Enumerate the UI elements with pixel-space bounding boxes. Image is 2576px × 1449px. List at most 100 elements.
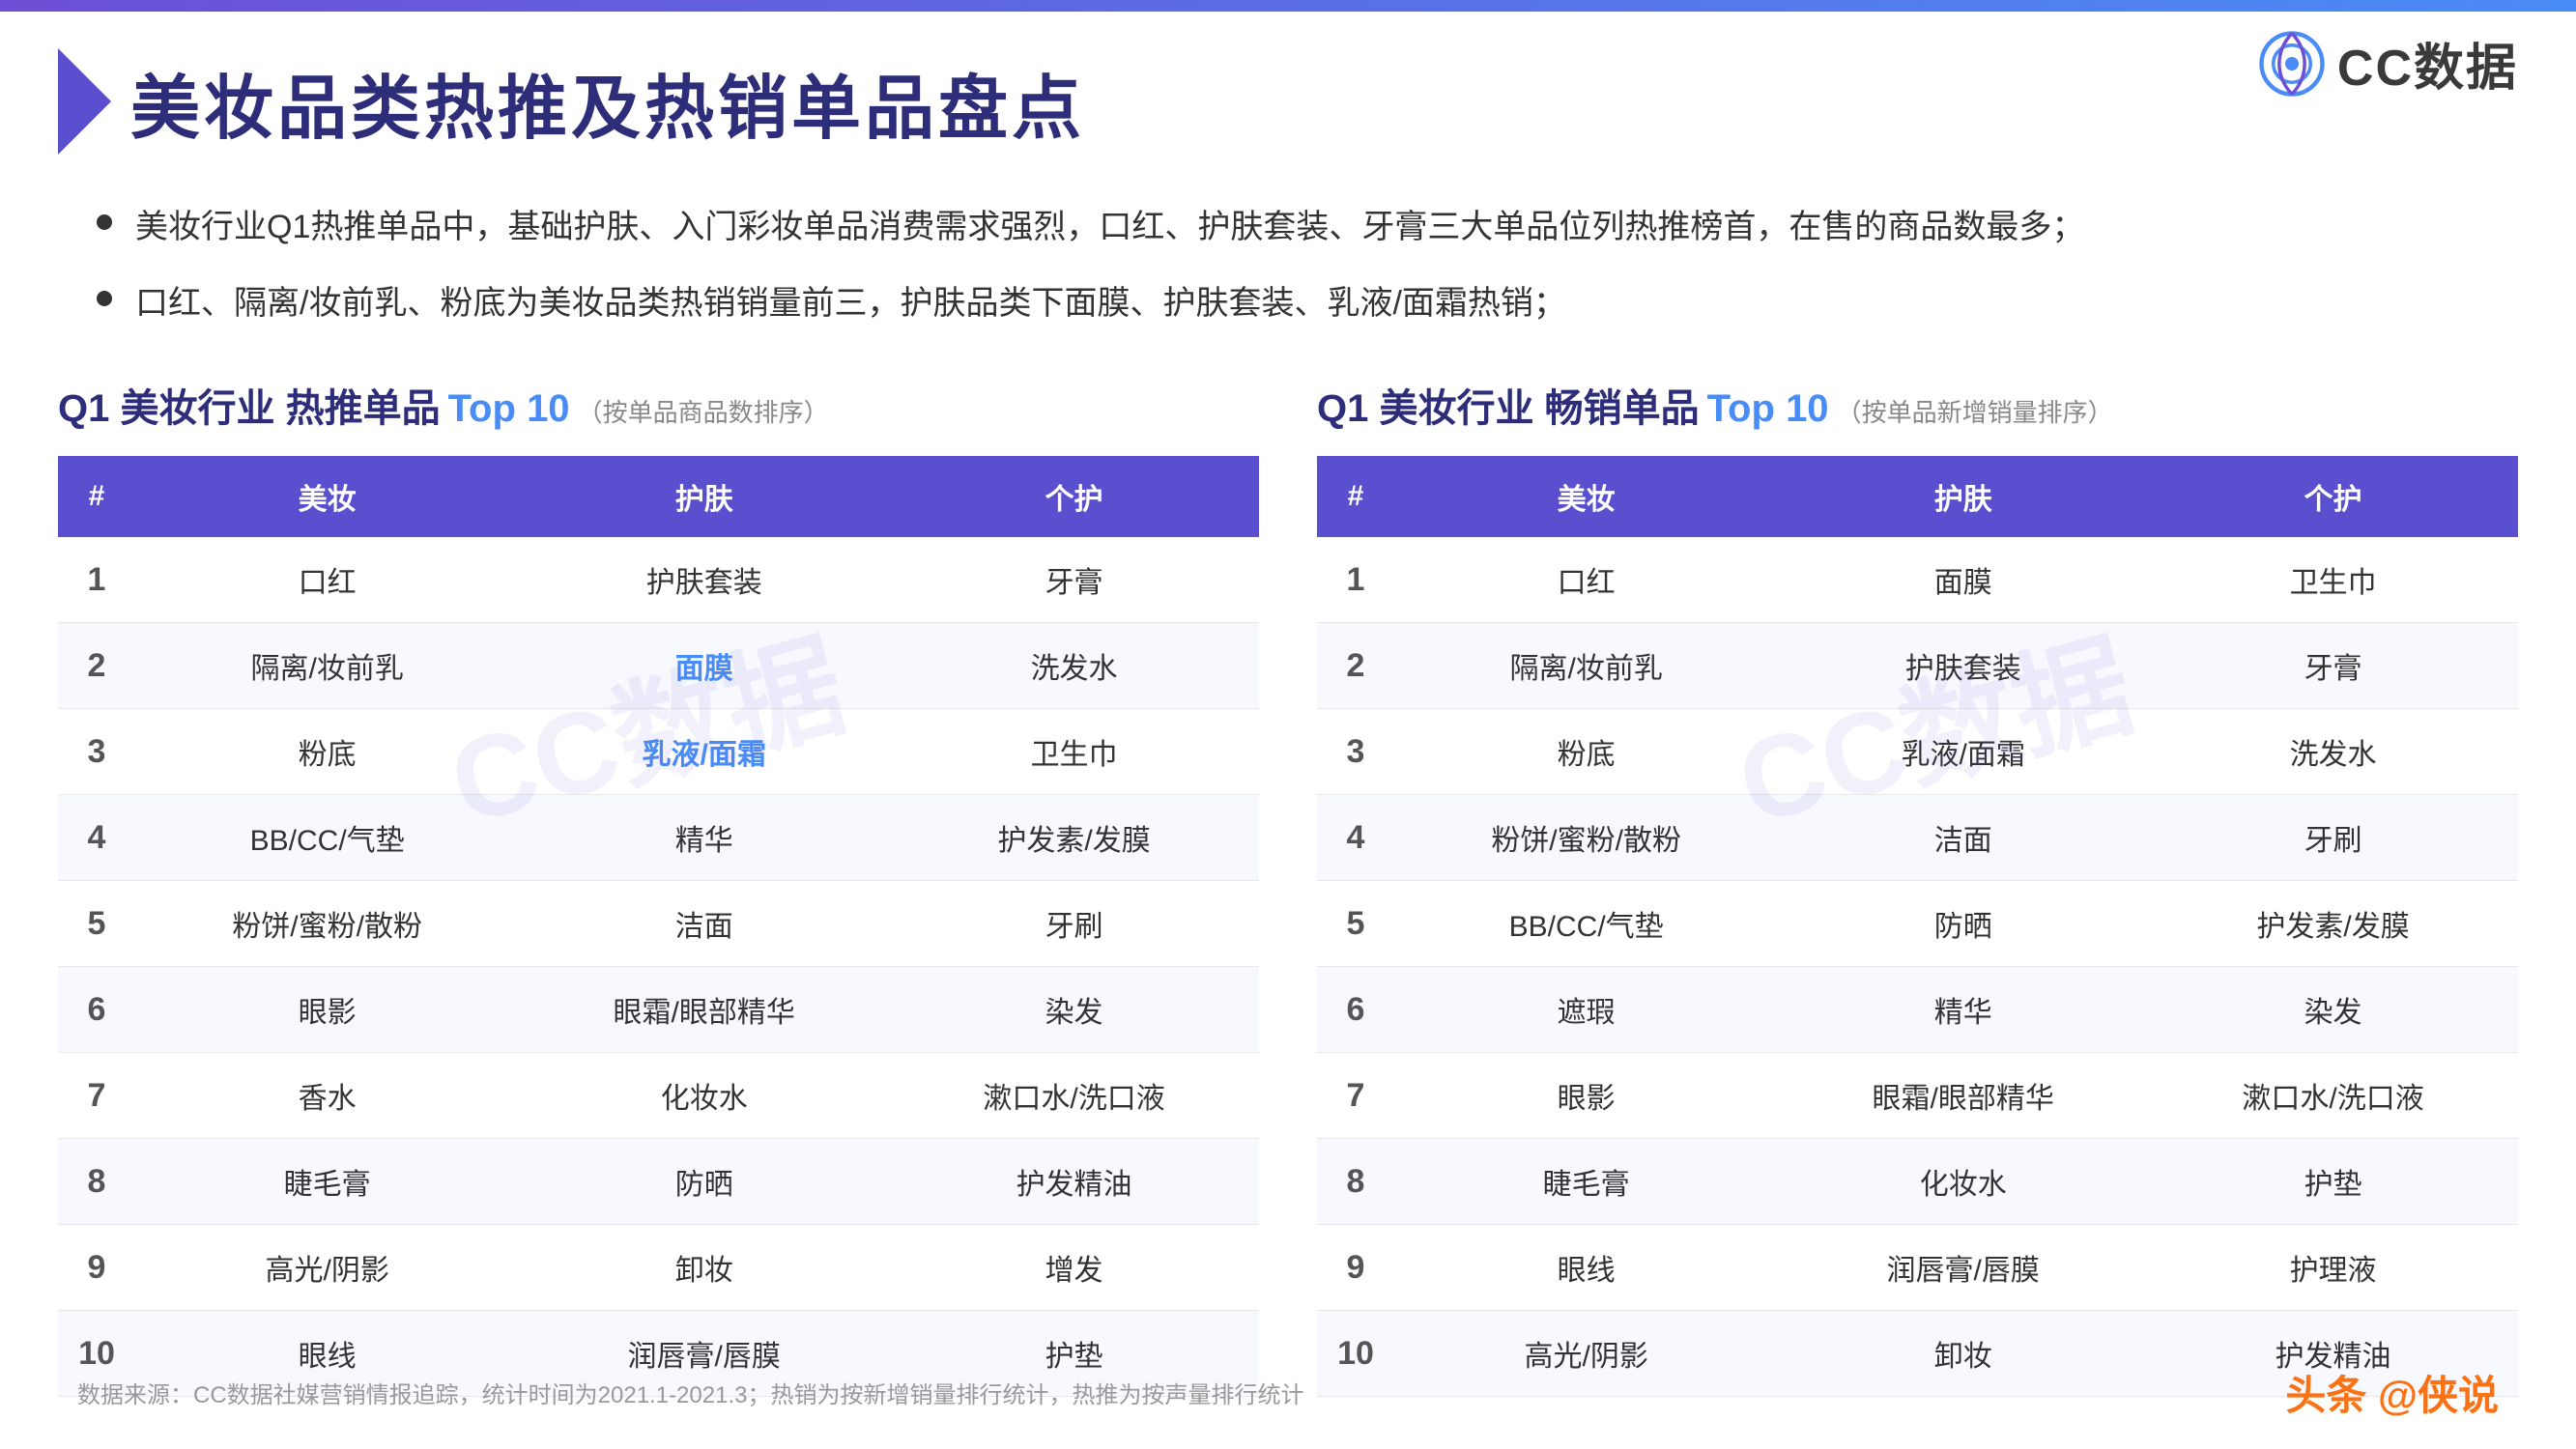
table-cell: 粉饼/蜜粉/散粉 xyxy=(1394,795,1778,881)
table2-subtitle: （按单品新增销量排序） xyxy=(1837,393,2113,429)
table-cell: 口红 xyxy=(135,537,519,623)
table-row: 5粉饼/蜜粉/散粉洁面牙刷 xyxy=(58,881,1259,967)
table-cell: 护肤套装 xyxy=(1778,623,2148,709)
table-cell: 眼线 xyxy=(1394,1225,1778,1311)
table-cell: 4 xyxy=(58,795,135,881)
table-cell: 润唇膏/唇膜 xyxy=(1778,1225,2148,1311)
table-cell: 卫生巾 xyxy=(2148,537,2518,623)
table-cell: 护发精油 xyxy=(889,1139,1259,1225)
table1-top-label: Top 10 xyxy=(448,387,570,431)
footer-brand-text2: @侠说 xyxy=(2378,1373,2499,1418)
table2-col-rank: # xyxy=(1317,456,1394,537)
table-cell: 护发素/发膜 xyxy=(889,795,1259,881)
table-row: 4BB/CC/气垫精华护发素/发膜 xyxy=(58,795,1259,881)
table-cell: 粉底 xyxy=(135,709,519,795)
table-cell: 护理液 xyxy=(2148,1225,2518,1311)
table-cell: 牙膏 xyxy=(889,537,1259,623)
table-hot-selling: Q1 美妆行业 畅销单品 Top 10 （按单品新增销量排序） # 美妆 护肤 … xyxy=(1317,377,2518,1397)
table-cell: 洁面 xyxy=(1778,795,2148,881)
table-cell: 防晒 xyxy=(1778,881,2148,967)
table-cell: 乳液/面霜 xyxy=(519,709,889,795)
table-cell: 8 xyxy=(58,1139,135,1225)
table-cell: 牙刷 xyxy=(2148,795,2518,881)
table1-header-row: # 美妆 护肤 个护 xyxy=(58,456,1259,537)
table-cell: 高光/阴影 xyxy=(135,1225,519,1311)
table-cell: 眼霜/眼部精华 xyxy=(519,967,889,1053)
table-cell: 洗发水 xyxy=(889,623,1259,709)
table-row: 6眼影眼霜/眼部精华染发 xyxy=(58,967,1259,1053)
table-row: 2隔离/妆前乳面膜洗发水 xyxy=(58,623,1259,709)
table1-col-makeup: 美妆 xyxy=(135,456,519,537)
table-cell: 3 xyxy=(58,709,135,795)
table2-title-prefix: Q1 美妆行业 畅销单品 xyxy=(1317,377,1700,433)
table1: # 美妆 护肤 个护 1口红护肤套装牙膏2隔离/妆前乳面膜洗发水3粉底乳液/面霜… xyxy=(58,456,1259,1397)
table2-col-personal: 个护 xyxy=(2148,456,2518,537)
header-bar xyxy=(0,0,2576,12)
table-cell: 漱口水/洗口液 xyxy=(889,1053,1259,1139)
table-cell: 面膜 xyxy=(519,623,889,709)
table-row: 5BB/CC/气垫防晒护发素/发膜 xyxy=(1317,881,2518,967)
table-cell: 4 xyxy=(1317,795,1394,881)
title-arrow-icon xyxy=(58,48,111,155)
table-row: 1口红面膜卫生巾 xyxy=(1317,537,2518,623)
table-cell: 化妆水 xyxy=(1778,1139,2148,1225)
table-cell: 3 xyxy=(1317,709,1394,795)
table-cell: 眼霜/眼部精华 xyxy=(1778,1053,2148,1139)
table-row: 4粉饼/蜜粉/散粉洁面牙刷 xyxy=(1317,795,2518,881)
table-cell: 漱口水/洗口液 xyxy=(2148,1053,2518,1139)
table-cell: 牙刷 xyxy=(889,881,1259,967)
bullet-item-2: 口红、隔离/妆前乳、粉底为美妆品类热销销量前三，护肤品类下面膜、护肤套装、乳液/… xyxy=(97,279,2479,328)
table-cell: 1 xyxy=(58,537,135,623)
table-cell: 眼影 xyxy=(1394,1053,1778,1139)
table-cell: 2 xyxy=(1317,623,1394,709)
table-row: 6遮瑕精华染发 xyxy=(1317,967,2518,1053)
bullet-dot-2 xyxy=(97,291,112,306)
table-cell: 7 xyxy=(58,1053,135,1139)
table-row: 3粉底乳液/面霜卫生巾 xyxy=(58,709,1259,795)
bullets-section: 美妆行业Q1热推单品中，基础护肤、入门彩妆单品消费需求强烈，口红、护肤套装、牙膏… xyxy=(97,203,2479,355)
table-cell: 眼影 xyxy=(135,967,519,1053)
table1-col-rank: # xyxy=(58,456,135,537)
table-row: 9眼线润唇膏/唇膜护理液 xyxy=(1317,1225,2518,1311)
table-cell: 5 xyxy=(58,881,135,967)
table1-col-personal: 个护 xyxy=(889,456,1259,537)
table-cell: BB/CC/气垫 xyxy=(135,795,519,881)
table-cell: 香水 xyxy=(135,1053,519,1139)
table-cell: 6 xyxy=(58,967,135,1053)
table-cell: 遮瑕 xyxy=(1394,967,1778,1053)
bullet-text-1: 美妆行业Q1热推单品中，基础护肤、入门彩妆单品消费需求强烈，口红、护肤套装、牙膏… xyxy=(135,203,2084,252)
table-cell: 护肤套装 xyxy=(519,537,889,623)
table-row: 9高光/阴影卸妆增发 xyxy=(58,1225,1259,1311)
table-cell: 8 xyxy=(1317,1139,1394,1225)
table-cell: 卸妆 xyxy=(519,1225,889,1311)
table-cell: 化妆水 xyxy=(519,1053,889,1139)
table-row: 1口红护肤套装牙膏 xyxy=(58,537,1259,623)
table-row: 7香水化妆水漱口水/洗口液 xyxy=(58,1053,1259,1139)
table1-title: Q1 美妆行业 热推单品 Top 10 （按单品商品数排序） xyxy=(58,377,1259,433)
table-cell: 粉饼/蜜粉/散粉 xyxy=(135,881,519,967)
table-cell: 乳液/面霜 xyxy=(1778,709,2148,795)
table-cell: 精华 xyxy=(519,795,889,881)
table-row: 7眼影眼霜/眼部精华漱口水/洗口液 xyxy=(1317,1053,2518,1139)
table1-subtitle: （按单品商品数排序） xyxy=(578,393,829,429)
table-row: 8睫毛膏防晒护发精油 xyxy=(58,1139,1259,1225)
table2-top-label: Top 10 xyxy=(1707,387,1829,431)
table-cell: 卫生巾 xyxy=(889,709,1259,795)
table-cell: BB/CC/气垫 xyxy=(1394,881,1778,967)
table-cell: 睫毛膏 xyxy=(1394,1139,1778,1225)
table-cell: 睫毛膏 xyxy=(135,1139,519,1225)
table2-title: Q1 美妆行业 畅销单品 Top 10 （按单品新增销量排序） xyxy=(1317,377,2518,433)
table-cell: 7 xyxy=(1317,1053,1394,1139)
table-cell: 5 xyxy=(1317,881,1394,967)
tables-section: Q1 美妆行业 热推单品 Top 10 （按单品商品数排序） # 美妆 护肤 个… xyxy=(58,377,2518,1397)
table2-col-skincare: 护肤 xyxy=(1778,456,2148,537)
table-cell: 洗发水 xyxy=(2148,709,2518,795)
page-title: 美妆品类热推及热销单品盘点 xyxy=(130,51,1085,153)
table-cell: 护发素/发膜 xyxy=(2148,881,2518,967)
table-cell: 口红 xyxy=(1394,537,1778,623)
table-row: 8睫毛膏化妆水护垫 xyxy=(1317,1139,2518,1225)
table-cell: 1 xyxy=(1317,537,1394,623)
footer-source: 数据来源：CC数据社媒营销情报追踪，统计时间为2021.1-2021.3；热销为… xyxy=(77,1376,1303,1409)
table-cell: 染发 xyxy=(2148,967,2518,1053)
table-cell: 2 xyxy=(58,623,135,709)
